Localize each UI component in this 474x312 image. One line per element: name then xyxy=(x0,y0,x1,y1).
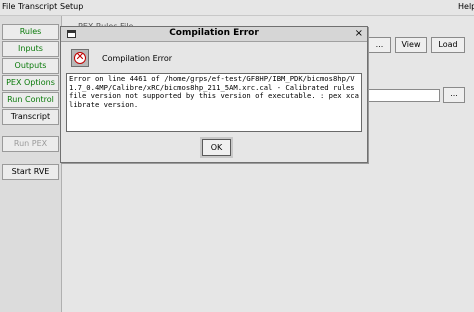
error-heading: Compilation Error xyxy=(102,54,173,63)
sidebar: Rules Inputs Outputs PEX Options Run Con… xyxy=(0,16,62,312)
menu-transcript[interactable]: Transcript xyxy=(18,2,57,11)
sidebar-item-run-control[interactable]: Run Control xyxy=(2,92,59,108)
browse-rules-button[interactable]: ... xyxy=(368,37,391,53)
error-message-box[interactable]: Error on line 4461 of /home/grps/ef-test… xyxy=(66,73,362,132)
dialog-titlebar: Compilation Error × xyxy=(61,27,367,42)
file-path-field[interactable] xyxy=(368,89,440,102)
compilation-error-dialog: Compilation Error × ✕ Compilation Error … xyxy=(60,26,368,163)
sidebar-item-rules[interactable]: Rules xyxy=(2,24,59,40)
start-rve-button[interactable]: Start RVE xyxy=(2,164,59,180)
error-x-icon: ✕ xyxy=(75,50,85,63)
load-button[interactable]: Load xyxy=(431,37,465,53)
browse-file-button[interactable]: ... xyxy=(443,87,465,103)
dialog-title: Compilation Error xyxy=(169,28,259,38)
close-icon[interactable]: × xyxy=(355,27,363,41)
error-icon: ✕ xyxy=(71,49,89,67)
run-pex-button[interactable]: Run PEX xyxy=(2,136,59,152)
menu-file[interactable]: File xyxy=(2,2,15,11)
menu-bar: File Transcript Setup Help xyxy=(0,0,474,16)
sidebar-item-transcript[interactable]: Transcript xyxy=(2,109,59,125)
menu-setup[interactable]: Setup xyxy=(60,2,83,11)
sidebar-item-inputs[interactable]: Inputs xyxy=(2,41,59,57)
menu-help[interactable]: Help xyxy=(458,2,474,11)
sidebar-item-pex-options[interactable]: PEX Options xyxy=(2,75,59,91)
sidebar-item-outputs[interactable]: Outputs xyxy=(2,58,59,74)
ok-button[interactable]: OK xyxy=(202,139,231,156)
error-message-text: Error on line 4461 of /home/grps/ef-test… xyxy=(69,74,359,109)
view-button[interactable]: View xyxy=(395,37,427,53)
